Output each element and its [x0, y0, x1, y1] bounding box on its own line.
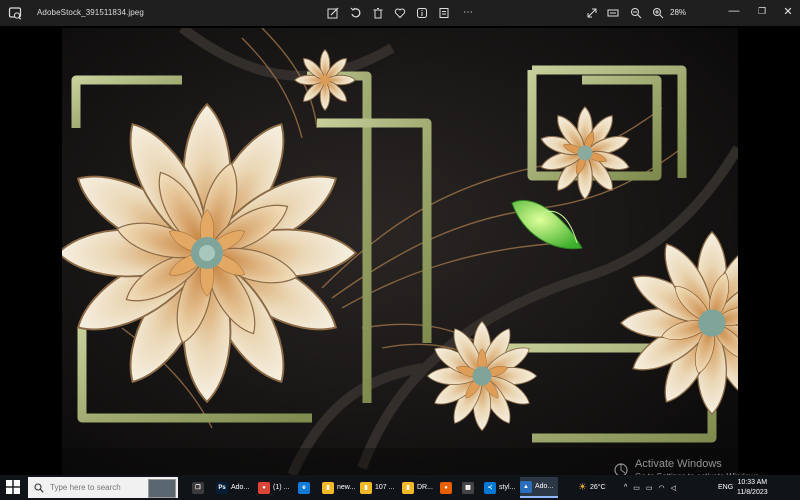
taskbar-firefox[interactable]: ● — [440, 477, 460, 498]
taskbar-search[interactable] — [28, 477, 178, 498]
file-name: AdobeStock_391511834.jpeg — [37, 8, 144, 17]
minimize-button[interactable]: — — [722, 2, 746, 20]
activate-title: Activate Windows — [635, 458, 722, 470]
edit-image-icon — [327, 7, 339, 19]
edge-icon: e — [298, 481, 310, 494]
fullscreen-button[interactable] — [583, 4, 601, 22]
folder-2-icon: ▮ — [360, 481, 372, 494]
fit-window-icon — [607, 9, 619, 17]
taskbar-item-label: Ado... — [535, 483, 554, 490]
chevron-up-icon: ^ — [624, 484, 628, 491]
rotate-icon — [350, 7, 361, 18]
close-button[interactable]: ✕ — [776, 2, 800, 20]
taskbar-task-view[interactable]: ❐ — [192, 477, 212, 498]
photos-app-icon — [8, 6, 22, 20]
taskbar-folder-3[interactable]: ▮ DR... — [402, 477, 436, 498]
taskbar-store[interactable]: ▦ — [462, 477, 482, 498]
maximize-button[interactable]: ❐ — [750, 2, 774, 20]
windows-logo-icon — [6, 480, 20, 494]
network-icon: ▭ — [633, 484, 640, 492]
edit-image-button[interactable] — [324, 4, 342, 22]
info-icon — [417, 8, 427, 18]
weather-widget[interactable]: ☀ 26°C — [578, 475, 606, 500]
volume-icon: ◁ — [670, 484, 677, 492]
photoshop-icon: Ps — [216, 481, 228, 494]
restore-icon: ❐ — [757, 5, 767, 16]
taskbar-item-label: styl... — [499, 484, 516, 491]
zoom-out-icon — [631, 8, 642, 19]
close-icon: ✕ — [783, 5, 793, 18]
delete-button[interactable] — [369, 4, 387, 22]
title-bar: AdobeStock_391511834.jpeg ⋯ 28% — ❐ ✕ — [0, 0, 800, 26]
print-button[interactable] — [435, 4, 453, 22]
taskbar-folder-1[interactable]: ▮ new... — [322, 477, 356, 498]
photos-icon: ▲ — [520, 480, 532, 493]
wifi-icon: ◠ — [658, 484, 665, 492]
search-icon — [34, 482, 44, 493]
fit-window-button[interactable] — [604, 4, 622, 22]
folder-3-icon: ▮ — [402, 481, 414, 494]
print-icon — [439, 8, 449, 18]
displayed-image — [62, 28, 738, 475]
zoom-in-icon — [653, 8, 664, 19]
zoom-out-button[interactable] — [627, 4, 645, 22]
weather-temp: 26°C — [589, 484, 606, 491]
clock-date: 11/8/2023 — [737, 489, 768, 496]
taskbar: ❐PsAdo...●(1) ...e▮new...▮107 ...▮DR...●… — [0, 475, 800, 500]
system-tray-icons[interactable]: ^ ▭ ▭ ◠ ◁ — [624, 475, 682, 500]
taskbar-vscode[interactable]: ≺ styl... — [484, 477, 518, 498]
vscode-icon: ≺ — [484, 481, 496, 494]
favorite-icon — [394, 8, 406, 19]
store-icon: ▦ — [462, 481, 474, 494]
fullscreen-icon — [587, 8, 597, 18]
zoom-level[interactable]: 28% — [670, 8, 686, 17]
language-label: ENG — [718, 484, 734, 491]
rotate-button[interactable] — [347, 4, 365, 22]
zoom-in-button[interactable] — [649, 4, 667, 22]
clock-time: 10:33 AM — [737, 479, 768, 486]
delete-icon — [373, 8, 383, 19]
search-highlight-thumbnail[interactable] — [148, 479, 176, 498]
start-button[interactable] — [6, 480, 20, 494]
taskbar-edge[interactable]: e — [298, 477, 318, 498]
image-canvas[interactable]: Activate Windows Go to Settings to activ… — [0, 26, 800, 481]
folder-1-icon: ▮ — [322, 481, 334, 494]
task-view-icon: ❐ — [192, 481, 204, 494]
battery-icon: ▭ — [645, 484, 653, 492]
taskbar-photoshop[interactable]: Ps Ado... — [216, 477, 254, 498]
language-indicator[interactable]: ENG — [718, 475, 733, 500]
taskbar-item-label: Ado... — [231, 484, 250, 491]
more-icon: ⋯ — [463, 7, 473, 18]
minimize-icon: — — [728, 5, 740, 17]
taskbar-item-label: (1) ... — [273, 484, 290, 491]
taskbar-item-label: DR... — [417, 484, 433, 491]
info-button[interactable] — [413, 4, 431, 22]
more-options-button[interactable]: ⋯ — [459, 4, 477, 22]
taskbar-item-label: new... — [337, 484, 356, 491]
taskbar-photos[interactable]: ▲ Ado... — [520, 477, 558, 498]
taskbar-folder-2[interactable]: ▮ 107 ... — [360, 477, 398, 498]
favorite-button[interactable] — [391, 4, 409, 22]
chrome-icon: ● — [258, 481, 270, 494]
taskbar-item-label: 107 ... — [375, 484, 395, 491]
taskbar-chrome[interactable]: ● (1) ... — [258, 477, 294, 498]
search-input[interactable] — [50, 483, 138, 492]
weather-icon: ☀ — [578, 482, 587, 493]
taskbar-clock[interactable]: 10:33 AM 11/8/2023 — [737, 478, 768, 498]
firefox-icon: ● — [440, 481, 452, 494]
